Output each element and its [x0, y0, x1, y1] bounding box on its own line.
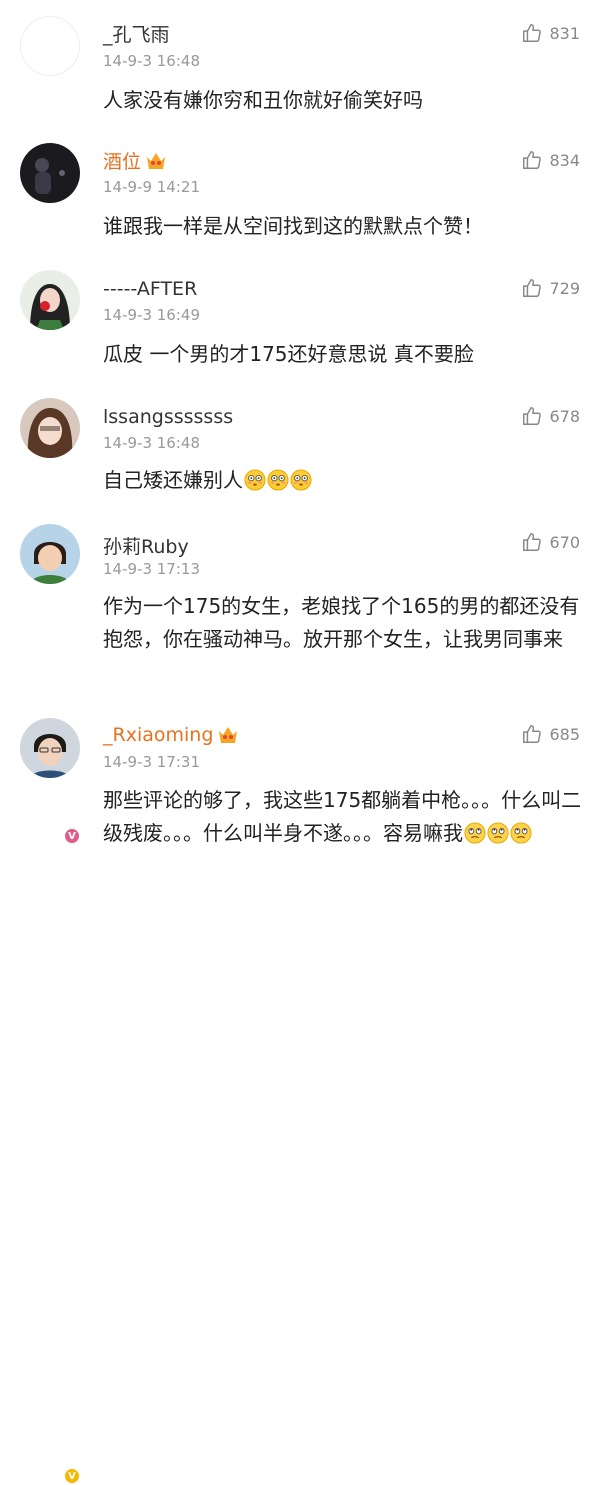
username[interactable]: -----AFTER: [103, 278, 197, 300]
thumbs-up-icon: [523, 279, 542, 297]
username-text: lssangsssssss: [103, 406, 234, 428]
username[interactable]: _孔飞雨: [103, 20, 170, 47]
avatar[interactable]: [20, 270, 80, 330]
like-button[interactable]: 831: [521, 22, 580, 44]
avatar[interactable]: [20, 16, 80, 76]
vip-crown-icon: [147, 152, 166, 169]
like-button[interactable]: 685: [521, 723, 580, 745]
comment-text: 瓜皮 一个男的才175还好意思说 真不要脸: [103, 342, 474, 366]
like-button[interactable]: 729: [521, 277, 580, 299]
like-count: 670: [549, 532, 580, 552]
thumbs-up-icon: [523, 533, 542, 551]
flushed-emoji-icon: [290, 469, 312, 491]
rolling-eyes-emoji-icon: [464, 822, 486, 844]
comment-text: 人家没有嫌你穷和丑你就好偷笑好吗: [103, 88, 423, 112]
comment-item: 孙莉Ruby 14-9-3 17:13 670 作为一个175的女生，老娘找了个…: [0, 512, 600, 706]
vip-crown-icon: [219, 727, 238, 743]
username[interactable]: 酒位: [103, 147, 167, 174]
username-text: -----AFTER: [103, 278, 198, 300]
avatar-image: [20, 398, 80, 458]
like-count: 834: [549, 150, 580, 170]
comment-text: 谁跟我一样是从空间找到这的默默点个赞！: [103, 214, 483, 238]
timestamp: 14-9-3 16:48: [103, 434, 200, 452]
avatar-image: [20, 270, 80, 330]
timestamp: 14-9-3 17:13: [103, 560, 200, 578]
comment-item: V lssangsssssss 14-9-3 16:48 678 自己矮还嫌别人: [0, 386, 600, 845]
thumbs-up-icon: [523, 24, 542, 42]
username[interactable]: 孙莉Ruby: [103, 532, 189, 559]
comment-text-body: 自己矮还嫌别人: [103, 468, 243, 492]
like-count: 678: [549, 406, 580, 426]
rolling-eyes-emoji-icon: [510, 822, 532, 844]
thumbs-up-icon: [523, 151, 542, 169]
thumbs-up-icon: [523, 407, 542, 425]
comment-item: -----AFTER 14-9-3 16:49 729 瓜皮 一个男的才175还…: [0, 258, 600, 386]
username[interactable]: lssangsssssss: [103, 406, 233, 428]
like-count: 685: [549, 724, 580, 744]
like-button[interactable]: 670: [521, 531, 580, 553]
comment-text: 自己矮还嫌别人: [103, 464, 583, 497]
timestamp: 14-9-3 16:49: [103, 306, 200, 324]
comment-text: 作为一个175的女生，老娘找了个165的男的都还没有抱怨，你在骚动神马。放开那个…: [103, 594, 580, 651]
comment-item: _孔飞雨 14-9-3 16:48 831 人家没有嫌你穷和丑你就好偷笑好吗: [0, 0, 600, 130]
username-text: 酒位: [103, 151, 142, 173]
like-count: 729: [549, 278, 580, 298]
username-text: 孙莉Ruby: [103, 536, 189, 558]
flushed-emoji-icon: [244, 469, 266, 491]
comment-item: V _Rxiaoming 14-9-3 17:31 685 那些评论的够了，我这…: [0, 706, 600, 1485]
like-count: 831: [549, 23, 580, 43]
username-text: _Rxiaoming: [103, 724, 214, 746]
avatar[interactable]: [20, 718, 80, 778]
comment-item: 酒位 14-9-9 14:21 834 谁跟我一样是从空间找到这的默默点个赞！: [0, 130, 600, 258]
verified-badge-icon: V: [63, 1467, 81, 1485]
avatar[interactable]: [20, 143, 80, 203]
avatar-image: [20, 718, 80, 778]
rolling-eyes-emoji-icon: [487, 822, 509, 844]
like-button[interactable]: 678: [521, 405, 580, 427]
thumbs-up-icon: [523, 725, 542, 743]
flushed-emoji-icon: [267, 469, 289, 491]
avatar[interactable]: [20, 524, 80, 584]
avatar[interactable]: [20, 398, 80, 458]
timestamp: 14-9-9 14:21: [103, 178, 200, 196]
username-text: _孔飞雨: [103, 24, 170, 46]
avatar-image: [20, 524, 80, 584]
avatar-image: [20, 143, 80, 203]
comment-text: 那些评论的够了，我这些175都躺着中枪。。。什么叫二级残废。。。什么叫半身不遂。…: [103, 784, 583, 850]
timestamp: 14-9-3 17:31: [103, 753, 200, 771]
like-button[interactable]: 834: [521, 149, 580, 171]
timestamp: 14-9-3 16:48: [103, 52, 200, 70]
username[interactable]: _Rxiaoming: [103, 724, 239, 746]
